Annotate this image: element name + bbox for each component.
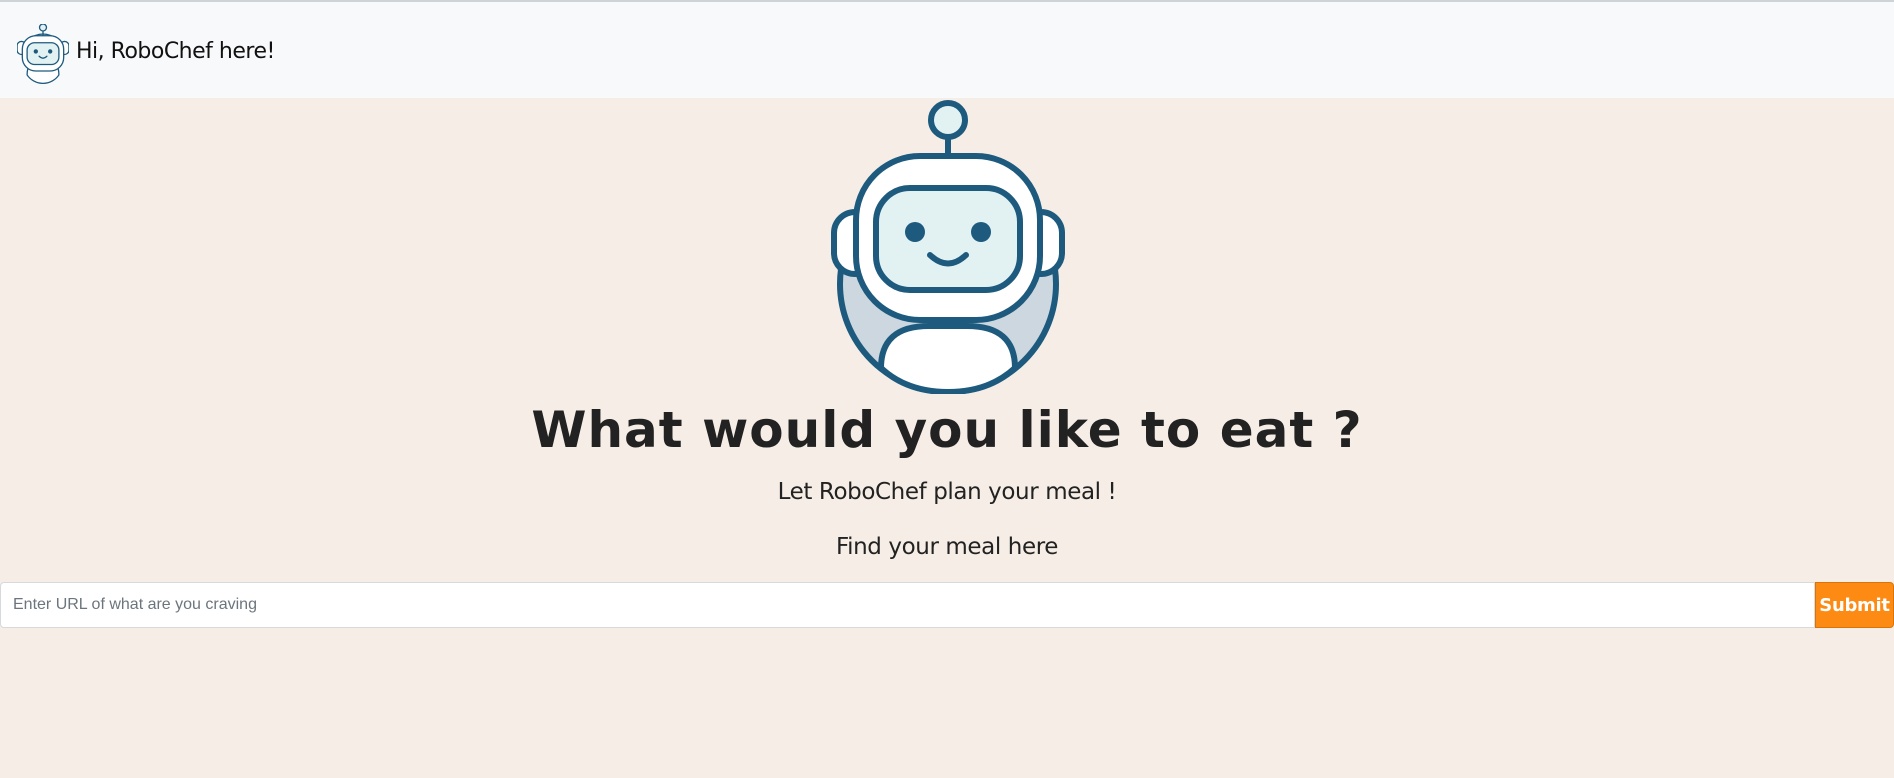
page-subtitle: Let RoboChef plan your meal !: [777, 479, 1117, 505]
find-meal-label: Find your meal here: [835, 534, 1059, 560]
robot-icon: [16, 23, 70, 84]
url-search-form: Submit: [0, 582, 1894, 628]
navbar-logo-link[interactable]: [16, 23, 70, 88]
submit-button[interactable]: Submit: [1815, 582, 1894, 628]
robot-icon: [831, 100, 1065, 396]
navbar: Hi, RoboChef here!: [0, 2, 1894, 98]
hero-robot-illustration: [829, 100, 1067, 396]
page-headline: What would you like to eat ?: [531, 401, 1363, 459]
navbar-title[interactable]: Hi, RoboChef here!: [76, 38, 275, 66]
url-input[interactable]: [0, 582, 1815, 628]
